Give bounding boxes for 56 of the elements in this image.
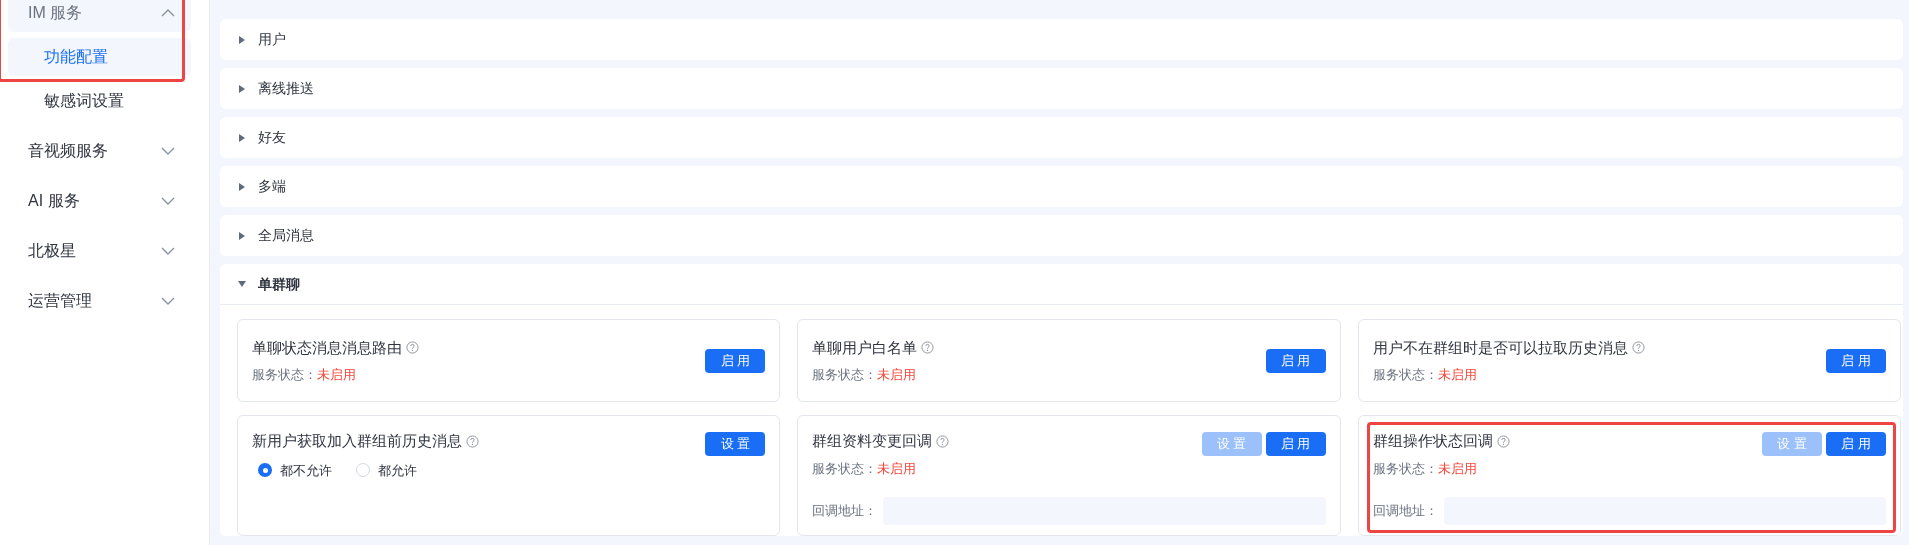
action-button[interactable]: 启 用	[1265, 348, 1326, 373]
status-label: 服务状态：	[812, 459, 878, 478]
status-label: 服务状态：	[252, 366, 317, 384]
panel-header[interactable]: 多端	[220, 166, 1903, 207]
card-title: 群组资料变更回调	[812, 431, 933, 451]
chevron-down-icon	[161, 197, 175, 205]
sidebar-group[interactable]: 音视频服务	[8, 132, 191, 170]
card-title: 新用户获取加入群组前历史消息	[252, 431, 462, 451]
panel-header[interactable]: 离线推送	[220, 68, 1903, 109]
caret-right-icon	[238, 35, 246, 44]
chevron-down-icon	[161, 147, 175, 155]
radio-option[interactable]: 都允许	[356, 460, 417, 480]
action-button[interactable]: 启 用	[1265, 432, 1326, 456]
help-icon[interactable]	[1496, 434, 1510, 448]
action-button[interactable]: 设 置	[705, 432, 766, 456]
callback-label: 回调地址：	[1372, 502, 1438, 521]
sidebar-item[interactable]: 敏感词设置	[8, 82, 191, 120]
card-title: 用户不在群组时是否可以拉取历史消息	[1372, 337, 1628, 358]
chevron-up-icon	[161, 9, 175, 17]
panel-header[interactable]: 全局消息	[220, 215, 1903, 256]
sidebar-group[interactable]: 北极星	[8, 232, 191, 270]
caret-right-icon	[238, 231, 246, 240]
chevron-down-icon	[161, 297, 175, 305]
status-label: 服务状态：	[1372, 366, 1438, 384]
status-value: 未启用	[317, 366, 356, 384]
caret-down-icon	[238, 280, 246, 288]
chevron-down-icon	[161, 247, 175, 255]
radio-option[interactable]: 都不允许	[258, 460, 332, 480]
panel-header[interactable]: 单群聊	[220, 264, 1903, 305]
action-button[interactable]: 启 用	[705, 348, 766, 373]
action-button[interactable]: 启 用	[1826, 432, 1886, 456]
panel-header[interactable]: 用户	[220, 19, 1903, 60]
panel-header[interactable]: 好友	[220, 117, 1903, 158]
card-title: 群组操作状态回调	[1372, 431, 1493, 451]
status-label: 服务状态：	[812, 366, 878, 384]
card-title: 单聊状态消息消息路由	[252, 337, 402, 358]
status-value: 未启用	[877, 366, 917, 384]
caret-right-icon	[238, 182, 246, 191]
help-icon[interactable]	[466, 434, 479, 448]
status-value: 未启用	[1437, 366, 1477, 384]
action-button[interactable]: 启 用	[1826, 348, 1886, 373]
help-icon[interactable]	[1631, 341, 1645, 355]
help-icon[interactable]	[406, 341, 419, 355]
sidebar-item[interactable]: 功能配置	[8, 38, 191, 76]
caret-right-icon	[238, 84, 246, 93]
status-value: 未启用	[1437, 459, 1477, 478]
help-icon[interactable]	[936, 434, 950, 448]
sidebar-group[interactable]: 运营管理	[8, 282, 191, 320]
card-title: 单聊用户白名单	[812, 337, 918, 358]
sidebar-group[interactable]: AI 服务	[8, 182, 191, 220]
callback-label: 回调地址：	[812, 502, 878, 521]
sidebar-group[interactable]: IM 服务	[8, 0, 191, 32]
status-value: 未启用	[877, 459, 917, 478]
status-label: 服务状态：	[1372, 459, 1438, 478]
caret-right-icon	[238, 133, 246, 142]
help-icon[interactable]	[921, 341, 935, 355]
